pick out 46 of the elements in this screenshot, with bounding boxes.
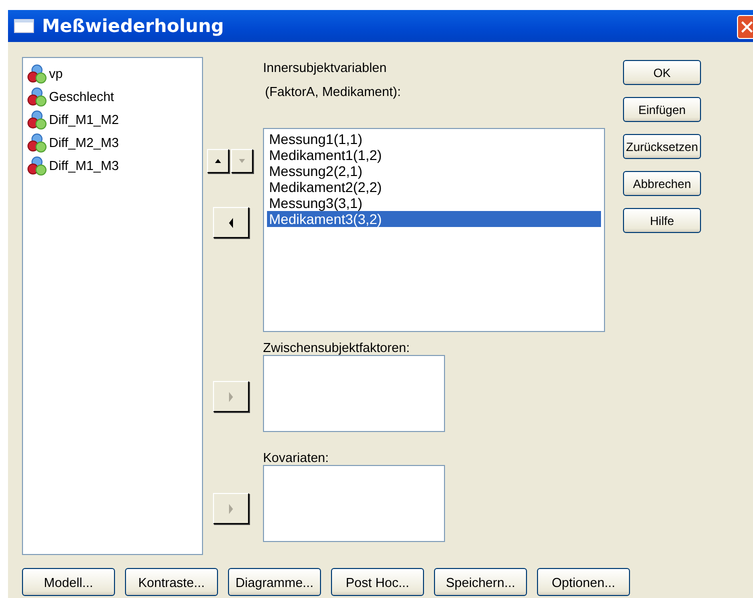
list-item[interactable]: Messung3(3,1) bbox=[267, 195, 601, 211]
variable-icon bbox=[27, 132, 47, 152]
between-subject-list[interactable] bbox=[263, 355, 445, 432]
left-arrow-icon bbox=[228, 218, 234, 228]
up-arrow-icon bbox=[214, 158, 222, 164]
variable-name[interactable]: Diff_M2_M3 bbox=[49, 135, 119, 150]
down-arrow-icon bbox=[238, 158, 246, 164]
list-item[interactable]: Medikament3(3,2) bbox=[267, 211, 601, 227]
close-icon bbox=[740, 20, 753, 34]
close-button[interactable] bbox=[737, 15, 753, 39]
move-back-button[interactable] bbox=[213, 207, 249, 238]
dialog-button[interactable]: Einfügen bbox=[623, 97, 701, 122]
options-button[interactable]: Speichern... bbox=[434, 568, 527, 596]
variable-name[interactable]: Diff_M1_M3 bbox=[49, 158, 119, 173]
list-item[interactable]: Medikament1(1,2) bbox=[267, 147, 601, 163]
within-subject-list[interactable]: Messung1(1,1) Medikament1(1,2) Messung2(2,1) Medikament2(2,2) Messung3(3,1) Medikament3(3,2) bbox=[263, 128, 605, 332]
dialog-button[interactable]: OK bbox=[623, 60, 701, 85]
covariates-list[interactable] bbox=[263, 465, 445, 542]
list-label: Kovariaten: bbox=[263, 450, 330, 465]
variable-icon bbox=[27, 110, 47, 130]
variable-list[interactable]: vp Geschlecht Diff_M1_M2 Diff_M2_M3 Diff_M1_M3 bbox=[22, 57, 203, 555]
variable-name[interactable]: Diff_M1_M2 bbox=[49, 112, 119, 127]
variable-icon bbox=[27, 86, 47, 106]
list-item[interactable]: Medikament2(2,2) bbox=[267, 179, 601, 195]
right-arrow-icon bbox=[228, 504, 234, 514]
dialog-button[interactable]: Zurücksetzen bbox=[623, 134, 701, 159]
list-item[interactable]: Messung1(1,1) bbox=[267, 131, 601, 147]
variable-name[interactable]: vp bbox=[49, 66, 63, 81]
options-button[interactable]: Optionen... bbox=[537, 568, 630, 596]
variable-icon bbox=[27, 156, 47, 176]
list-item[interactable]: Messung2(2,1) bbox=[267, 163, 601, 179]
options-button[interactable]: Modell... bbox=[22, 568, 115, 596]
list-label: Zwischensubjektfaktoren: bbox=[263, 340, 411, 355]
list-label: (FaktorA, Medikament): bbox=[265, 84, 402, 99]
options-button[interactable]: Kontraste... bbox=[125, 568, 218, 596]
dialog-button[interactable]: Abbrechen bbox=[623, 171, 701, 196]
window-title: Meßwiederholung bbox=[42, 16, 224, 36]
options-button[interactable]: Post Hoc... bbox=[331, 568, 424, 596]
right-arrow-icon bbox=[228, 392, 234, 402]
variable-icon bbox=[27, 64, 47, 84]
window-icon bbox=[14, 19, 34, 33]
variable-name[interactable]: Geschlecht bbox=[49, 89, 114, 104]
options-button[interactable]: Diagramme... bbox=[228, 568, 321, 596]
move-up-button[interactable] bbox=[207, 149, 229, 173]
list-label: Innersubjektvariablen bbox=[263, 60, 388, 75]
dialog-button[interactable]: Hilfe bbox=[623, 208, 701, 233]
